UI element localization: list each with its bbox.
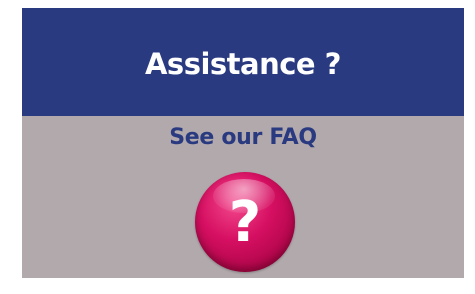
faq-help-button[interactable]: ?	[195, 172, 295, 272]
assistance-header: Assistance ?	[22, 8, 464, 116]
faq-link[interactable]: See our FAQ	[22, 125, 464, 150]
assistance-widget: Assistance ? See our FAQ ?	[22, 8, 464, 278]
assistance-title: Assistance ?	[144, 47, 342, 81]
question-mark-icon: ?	[228, 190, 262, 255]
